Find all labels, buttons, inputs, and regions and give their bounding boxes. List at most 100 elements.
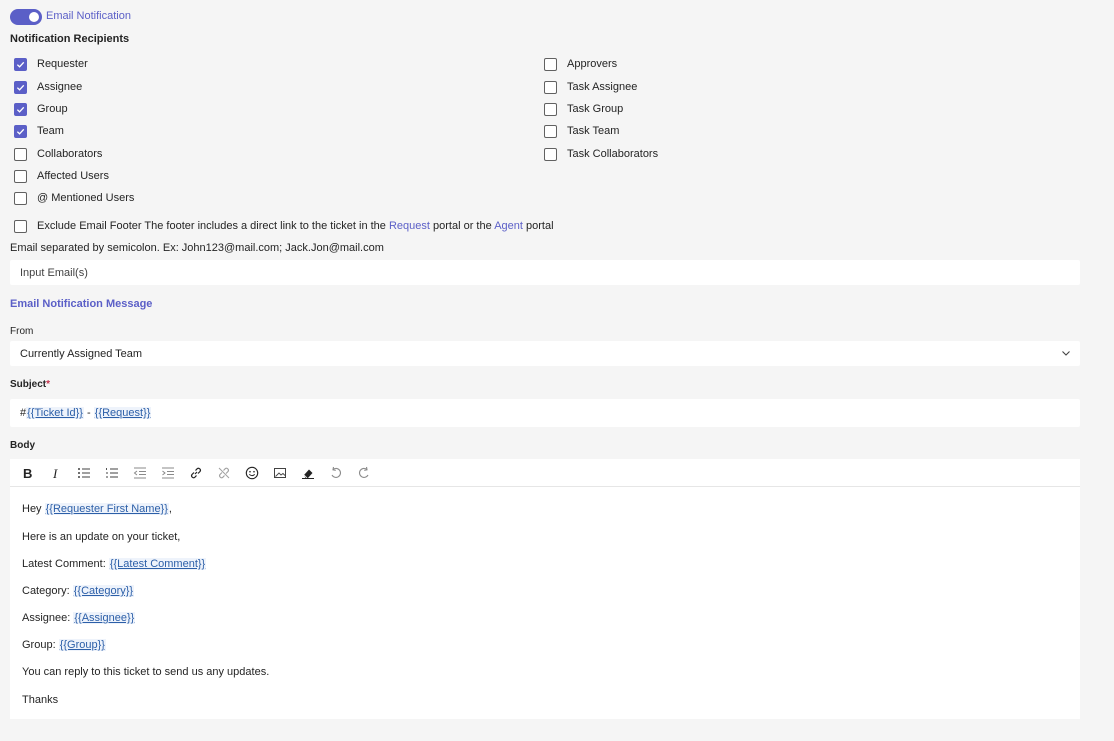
checkbox-box[interactable] xyxy=(14,219,27,233)
body-line: You can reply to this ticket to send us … xyxy=(22,666,269,678)
checkbox-approvers[interactable]: Approvers xyxy=(544,56,617,72)
email-notification-toggle[interactable] xyxy=(10,9,42,25)
subject-input[interactable]: # {{Ticket Id}} - {{Request}} xyxy=(10,399,1080,427)
body-line: Category: {{Category}} xyxy=(22,585,135,597)
checkbox-box[interactable] xyxy=(14,57,27,71)
checkbox-box[interactable] xyxy=(544,124,557,138)
checkbox-label: Team xyxy=(37,125,64,137)
body-text: Latest Comment: xyxy=(22,558,109,570)
agent-portal-link[interactable]: Agent xyxy=(494,220,523,232)
body-line: Here is an update on your ticket, xyxy=(22,531,180,543)
category-token[interactable]: {{Category}} xyxy=(72,585,135,597)
exclude-footer-text-after: portal xyxy=(522,220,554,232)
link-icon[interactable] xyxy=(184,462,208,484)
undo-icon[interactable] xyxy=(324,462,348,484)
required-mark: * xyxy=(46,379,51,390)
body-label: Body xyxy=(10,440,35,451)
checkbox-box[interactable] xyxy=(14,191,27,205)
checkbox-box[interactable] xyxy=(14,169,27,183)
latest-comment-token[interactable]: {{Latest Comment}} xyxy=(108,558,207,570)
checkbox-label: Group xyxy=(37,103,68,115)
checkbox-box[interactable] xyxy=(14,80,27,94)
checkbox-label: @ Mentioned Users xyxy=(37,192,135,204)
body-line: Hey {{Requester First Name}}, xyxy=(22,503,172,515)
checkbox-box[interactable] xyxy=(544,102,557,116)
notification-recipients-title: Notification Recipients xyxy=(10,33,130,45)
checkbox-label: Task Collaborators xyxy=(567,148,659,160)
checkbox-assignee[interactable]: Assignee xyxy=(14,79,82,95)
checkbox-label: Requester xyxy=(37,58,88,70)
from-selected-value: Currently Assigned Team xyxy=(20,347,143,360)
requester-first-name-token[interactable]: {{Requester First Name}} xyxy=(44,503,169,515)
request-token[interactable]: {{Request}} xyxy=(93,407,152,419)
checkbox-task-assignee[interactable]: Task Assignee xyxy=(544,79,637,95)
from-label: From xyxy=(10,326,34,337)
checkbox-label: Task Assignee xyxy=(567,81,638,93)
image-icon[interactable] xyxy=(268,462,292,484)
checkbox-label: Affected Users xyxy=(37,170,109,182)
body-text: Assignee: xyxy=(22,612,74,624)
email-input[interactable]: Input Email(s) xyxy=(10,260,1080,285)
email-input-placeholder: Input Email(s) xyxy=(20,266,88,279)
checkbox-group[interactable]: Group xyxy=(14,101,68,117)
checkbox-label: Approvers xyxy=(567,58,618,70)
svg-text:I: I xyxy=(52,466,58,480)
bulleted-list-icon[interactable] xyxy=(72,462,96,484)
emoji-icon[interactable] xyxy=(240,462,264,484)
chevron-down-icon xyxy=(1060,347,1072,362)
body-text: Thanks xyxy=(22,694,59,706)
body-text-after: , xyxy=(168,503,172,515)
checkbox-box[interactable] xyxy=(14,147,27,161)
increase-indent-icon[interactable] xyxy=(156,462,180,484)
body-text: Here is an update on your ticket, xyxy=(22,531,181,543)
checkbox-task-group[interactable]: Task Group xyxy=(544,101,623,117)
checkbox-affected-users[interactable]: Affected Users xyxy=(14,168,109,184)
from-dropdown[interactable]: Currently Assigned Team xyxy=(10,341,1080,366)
checkbox-box[interactable] xyxy=(14,124,27,138)
checkbox-label: Collaborators xyxy=(37,148,103,160)
checkbox-label: Task Team xyxy=(567,125,620,137)
toggle-knob xyxy=(29,12,39,22)
body-line: Assignee: {{Assignee}} xyxy=(22,612,136,624)
request-portal-link[interactable]: Request xyxy=(389,220,430,232)
assignee-token[interactable]: {{Assignee}} xyxy=(73,612,136,624)
checkbox-box[interactable] xyxy=(544,80,557,94)
checkbox-collaborators[interactable]: Collaborators xyxy=(14,146,102,162)
checkbox-box[interactable] xyxy=(544,57,557,71)
subject-separator: - xyxy=(83,407,94,419)
body-line: Thanks xyxy=(22,694,58,706)
checkbox-label: Assignee xyxy=(37,81,83,93)
exclude-footer-text: Exclude Email Footer The footer includes… xyxy=(37,220,389,232)
checkbox-task-collaborators[interactable]: Task Collaborators xyxy=(544,146,658,162)
italic-icon[interactable]: I xyxy=(44,462,68,484)
ticket-id-token[interactable]: {{Ticket Id}} xyxy=(26,407,84,419)
clear-format-icon[interactable] xyxy=(296,462,320,484)
checkbox-mentioned-users[interactable]: @ Mentioned Users xyxy=(14,190,134,206)
exclude-footer-text-mid: portal or the xyxy=(429,220,495,232)
group-token[interactable]: {{Group}} xyxy=(58,639,106,651)
exclude-footer-label: Exclude Email Footer The footer includes… xyxy=(37,220,554,232)
editor-toolbar: B I xyxy=(10,459,1080,487)
body-line: Group: {{Group}} xyxy=(22,639,106,651)
checkbox-box[interactable] xyxy=(544,147,557,161)
svg-text:B: B xyxy=(23,466,32,480)
checkbox-team[interactable]: Team xyxy=(14,123,64,139)
body-text: You can reply to this ticket to send us … xyxy=(22,666,270,678)
checkbox-box[interactable] xyxy=(14,102,27,116)
subject-label-text: Subject xyxy=(10,379,47,390)
body-text: Category: xyxy=(22,585,73,597)
checkbox-requester[interactable]: Requester xyxy=(14,56,88,72)
bold-icon[interactable]: B xyxy=(16,462,40,484)
decrease-indent-icon[interactable] xyxy=(128,462,152,484)
checkbox-exclude-email-footer[interactable]: Exclude Email Footer The footer includes… xyxy=(14,218,554,234)
subject-label: Subject* xyxy=(10,379,50,390)
body-editor[interactable]: Hey {{Requester First Name}}, Here is an… xyxy=(10,487,1080,719)
redo-icon[interactable] xyxy=(352,462,376,484)
email-notification-message-title: Email Notification Message xyxy=(10,298,153,310)
unlink-icon[interactable] xyxy=(212,462,236,484)
checkbox-task-team[interactable]: Task Team xyxy=(544,123,619,139)
body-text: Group: xyxy=(22,639,59,651)
body-line: Latest Comment: {{Latest Comment}} xyxy=(22,558,207,570)
body-text: Hey xyxy=(22,503,45,515)
numbered-list-icon[interactable] xyxy=(100,462,124,484)
